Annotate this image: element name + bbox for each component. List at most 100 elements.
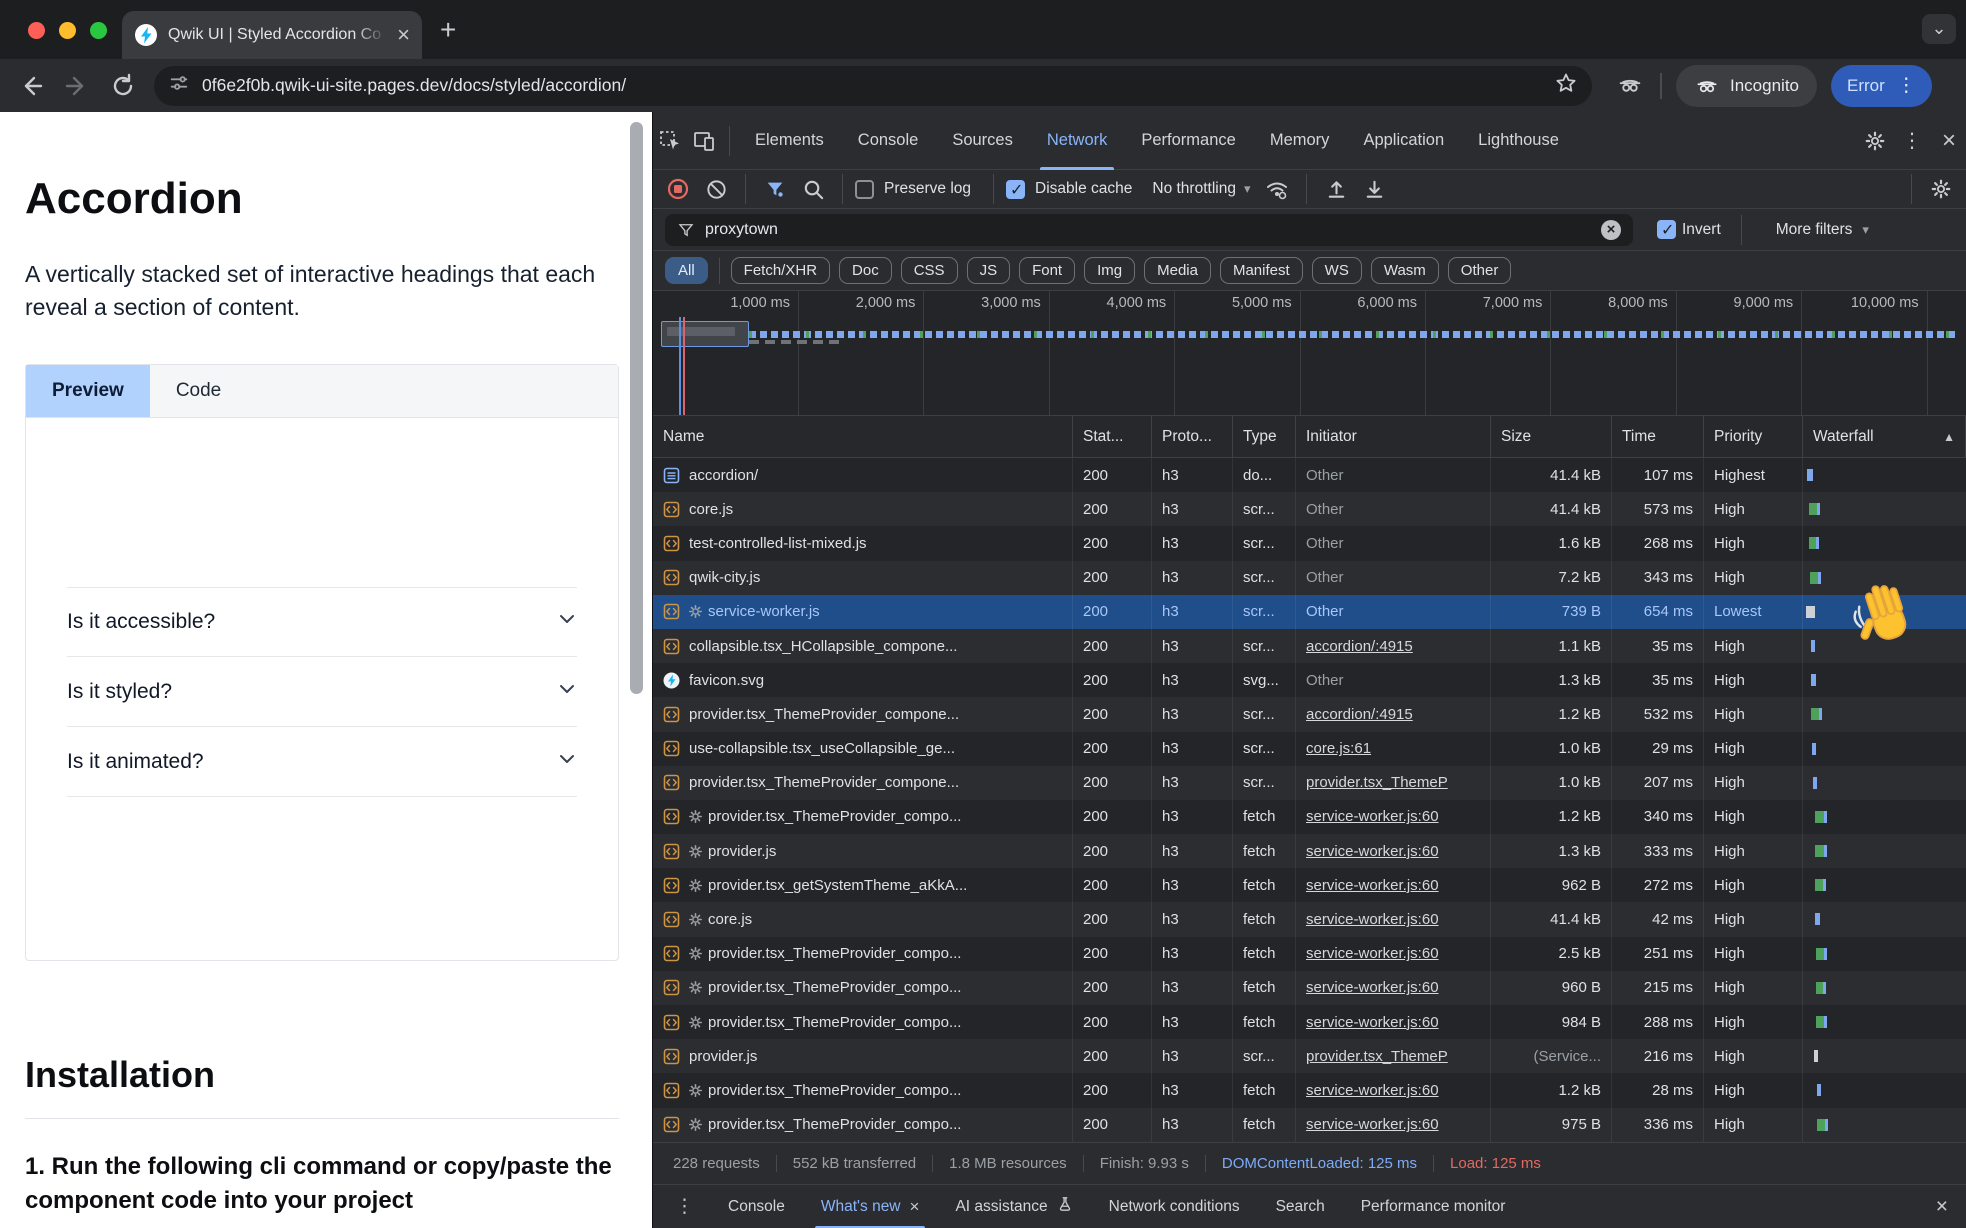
devtools-tab-console[interactable]: Console — [841, 112, 936, 170]
error-button[interactable]: Error ⋮ — [1831, 65, 1932, 107]
initiator-link[interactable]: service-worker.js:60 — [1306, 843, 1439, 860]
drawer-tab-ai-assistance[interactable]: AI assistance — [937, 1185, 1090, 1228]
clear-network-log-icon[interactable] — [699, 172, 733, 206]
network-request-row[interactable]: provider.tsx_ThemeProvider_compo...200h3… — [653, 1073, 1966, 1107]
drawer-tab-search[interactable]: Search — [1258, 1185, 1343, 1228]
window-minimize-button[interactable] — [59, 22, 76, 39]
bookmark-star-icon[interactable] — [1554, 71, 1578, 100]
initiator-link[interactable]: provider.tsx_ThemeP — [1306, 1048, 1448, 1065]
more-filters-dropdown[interactable]: More filters ▾ — [1776, 221, 1869, 239]
network-request-row[interactable]: provider.js200h3fetchservice-worker.js:6… — [653, 834, 1966, 868]
page-scrollbar[interactable] — [630, 122, 643, 694]
network-request-row[interactable]: use-collapsible.tsx_useCollapsible_ge...… — [653, 732, 1966, 766]
accordion-item-is-it-styled[interactable]: Is it styled? — [67, 657, 577, 727]
initiator-link[interactable]: service-worker.js:60 — [1306, 877, 1439, 894]
network-request-row[interactable]: core.js200h3fetchservice-worker.js:6041.… — [653, 902, 1966, 936]
preserve-log-checkbox[interactable] — [855, 180, 874, 199]
filter-icon[interactable] — [758, 172, 792, 206]
devtools-tab-elements[interactable]: Elements — [738, 112, 841, 170]
network-request-row[interactable]: accordion/200h3do...Other41.4 kB107 msHi… — [653, 458, 1966, 492]
filter-chip-doc[interactable]: Doc — [839, 257, 892, 284]
column-header-type[interactable]: Type — [1233, 416, 1296, 457]
drawer-menu-icon[interactable]: ⋮ — [653, 1195, 710, 1218]
filter-chip-ws[interactable]: WS — [1312, 257, 1362, 284]
window-zoom-button[interactable] — [90, 22, 107, 39]
tab-preview[interactable]: Preview — [26, 365, 150, 417]
filter-chip-img[interactable]: Img — [1084, 257, 1135, 284]
network-conditions-icon[interactable] — [1260, 172, 1294, 206]
initiator-link[interactable]: provider.tsx_ThemeP — [1306, 774, 1448, 791]
initiator-link[interactable]: service-worker.js:60 — [1306, 911, 1439, 928]
accordion-item-is-it-accessible[interactable]: Is it accessible? — [67, 587, 577, 657]
inspect-element-icon[interactable] — [653, 124, 687, 158]
disable-cache-checkbox[interactable] — [1006, 180, 1025, 199]
window-close-button[interactable] — [28, 22, 45, 39]
site-info-icon[interactable] — [168, 72, 190, 99]
network-request-row[interactable]: provider.tsx_ThemeProvider_compo...200h3… — [653, 1108, 1966, 1142]
filter-chip-font[interactable]: Font — [1019, 257, 1075, 284]
drawer-tab-console[interactable]: Console — [710, 1185, 803, 1228]
new-tab-button[interactable]: + — [440, 16, 456, 44]
reload-button[interactable] — [108, 71, 138, 101]
network-request-row[interactable]: provider.tsx_ThemeProvider_compone...200… — [653, 766, 1966, 800]
network-request-row-selected[interactable]: service-worker.js200h3scr...Other739 B65… — [653, 595, 1966, 629]
extension-icon[interactable] — [1616, 71, 1646, 101]
clear-filter-icon[interactable]: × — [1601, 220, 1621, 240]
network-request-row[interactable]: provider.tsx_getSystemTheme_aKkA...200h3… — [653, 868, 1966, 902]
device-toolbar-icon[interactable] — [687, 124, 721, 158]
column-header-priority[interactable]: Priority — [1704, 416, 1803, 457]
initiator-link[interactable]: accordion/:4915 — [1306, 638, 1413, 655]
devtools-tab-lighthouse[interactable]: Lighthouse — [1461, 112, 1576, 170]
network-request-row[interactable]: provider.tsx_ThemeProvider_compo...200h3… — [653, 937, 1966, 971]
settings-gear-icon[interactable] — [1858, 124, 1892, 158]
drawer-tab-what-s-new[interactable]: What's new× — [803, 1185, 938, 1228]
browser-tab[interactable]: Qwik UI | Styled Accordion Co × — [122, 11, 422, 59]
network-settings-gear-icon[interactable] — [1924, 172, 1958, 206]
filter-chip-media[interactable]: Media — [1144, 257, 1211, 284]
filter-chip-manifest[interactable]: Manifest — [1220, 257, 1303, 284]
tab-close-icon[interactable]: × — [397, 24, 410, 46]
filter-chip-wasm[interactable]: Wasm — [1371, 257, 1439, 284]
initiator-link[interactable]: core.js:61 — [1306, 740, 1371, 757]
drawer-tab-performance-monitor[interactable]: Performance monitor — [1343, 1185, 1524, 1228]
forward-button[interactable] — [62, 71, 92, 101]
column-header-size[interactable]: Size — [1491, 416, 1612, 457]
devtools-tab-memory[interactable]: Memory — [1253, 112, 1347, 170]
url-text[interactable]: 0f6e2f0b.qwik-ui-site.pages.dev/docs/sty… — [202, 75, 1542, 96]
invert-checkbox[interactable] — [1657, 220, 1676, 239]
initiator-link[interactable]: service-worker.js:60 — [1306, 979, 1439, 996]
network-request-row[interactable]: core.js200h3scr...Other41.4 kB573 msHigh — [653, 492, 1966, 526]
devtools-tab-performance[interactable]: Performance — [1124, 112, 1252, 170]
initiator-link[interactable]: accordion/:4915 — [1306, 706, 1413, 723]
filter-chip-js[interactable]: JS — [967, 257, 1011, 284]
network-request-row[interactable]: provider.tsx_ThemeProvider_compo...200h3… — [653, 971, 1966, 1005]
filter-value[interactable]: proxytown — [705, 221, 1591, 239]
network-request-row[interactable]: test-controlled-list-mixed.js200h3scr...… — [653, 526, 1966, 560]
network-request-row[interactable]: provider.js200h3scr...provider.tsx_Theme… — [653, 1039, 1966, 1073]
initiator-link[interactable]: service-worker.js:60 — [1306, 1082, 1439, 1099]
filter-chip-other[interactable]: Other — [1448, 257, 1512, 284]
filter-chip-css[interactable]: CSS — [901, 257, 958, 284]
devtools-close-icon[interactable]: × — [1932, 127, 1966, 155]
network-overview-timeline[interactable]: 1,000 ms2,000 ms3,000 ms4,000 ms5,000 ms… — [653, 291, 1966, 416]
column-header-time[interactable]: Time — [1612, 416, 1704, 457]
initiator-link[interactable]: service-worker.js:60 — [1306, 1116, 1439, 1133]
network-request-row[interactable]: provider.tsx_ThemeProvider_compo...200h3… — [653, 800, 1966, 834]
record-network-log-button[interactable] — [661, 172, 695, 206]
network-request-row[interactable]: provider.tsx_ThemeProvider_compone...200… — [653, 697, 1966, 731]
network-request-row[interactable]: favicon.svg200h3svg...Other1.3 kB35 msHi… — [653, 663, 1966, 697]
filter-chip-all[interactable]: All — [665, 257, 708, 284]
network-request-row[interactable]: collapsible.tsx_HCollapsible_compone...2… — [653, 629, 1966, 663]
filter-chip-fetch-xhr[interactable]: Fetch/XHR — [731, 257, 830, 284]
address-bar[interactable]: 0f6e2f0b.qwik-ui-site.pages.dev/docs/sty… — [154, 66, 1592, 106]
devtools-tab-sources[interactable]: Sources — [935, 112, 1030, 170]
initiator-link[interactable]: service-worker.js:60 — [1306, 808, 1439, 825]
column-header-stat[interactable]: Stat... — [1073, 416, 1152, 457]
column-header-waterfall[interactable]: Waterfall▲ — [1803, 416, 1966, 457]
initiator-link[interactable]: service-worker.js:60 — [1306, 945, 1439, 962]
filter-input[interactable]: proxytown × — [665, 214, 1633, 246]
column-header-proto[interactable]: Proto... — [1152, 416, 1233, 457]
tab-search-chevron-icon[interactable]: ⌄ — [1922, 14, 1956, 44]
devtools-tab-network[interactable]: Network — [1030, 112, 1125, 170]
initiator-link[interactable]: service-worker.js:60 — [1306, 1014, 1439, 1031]
